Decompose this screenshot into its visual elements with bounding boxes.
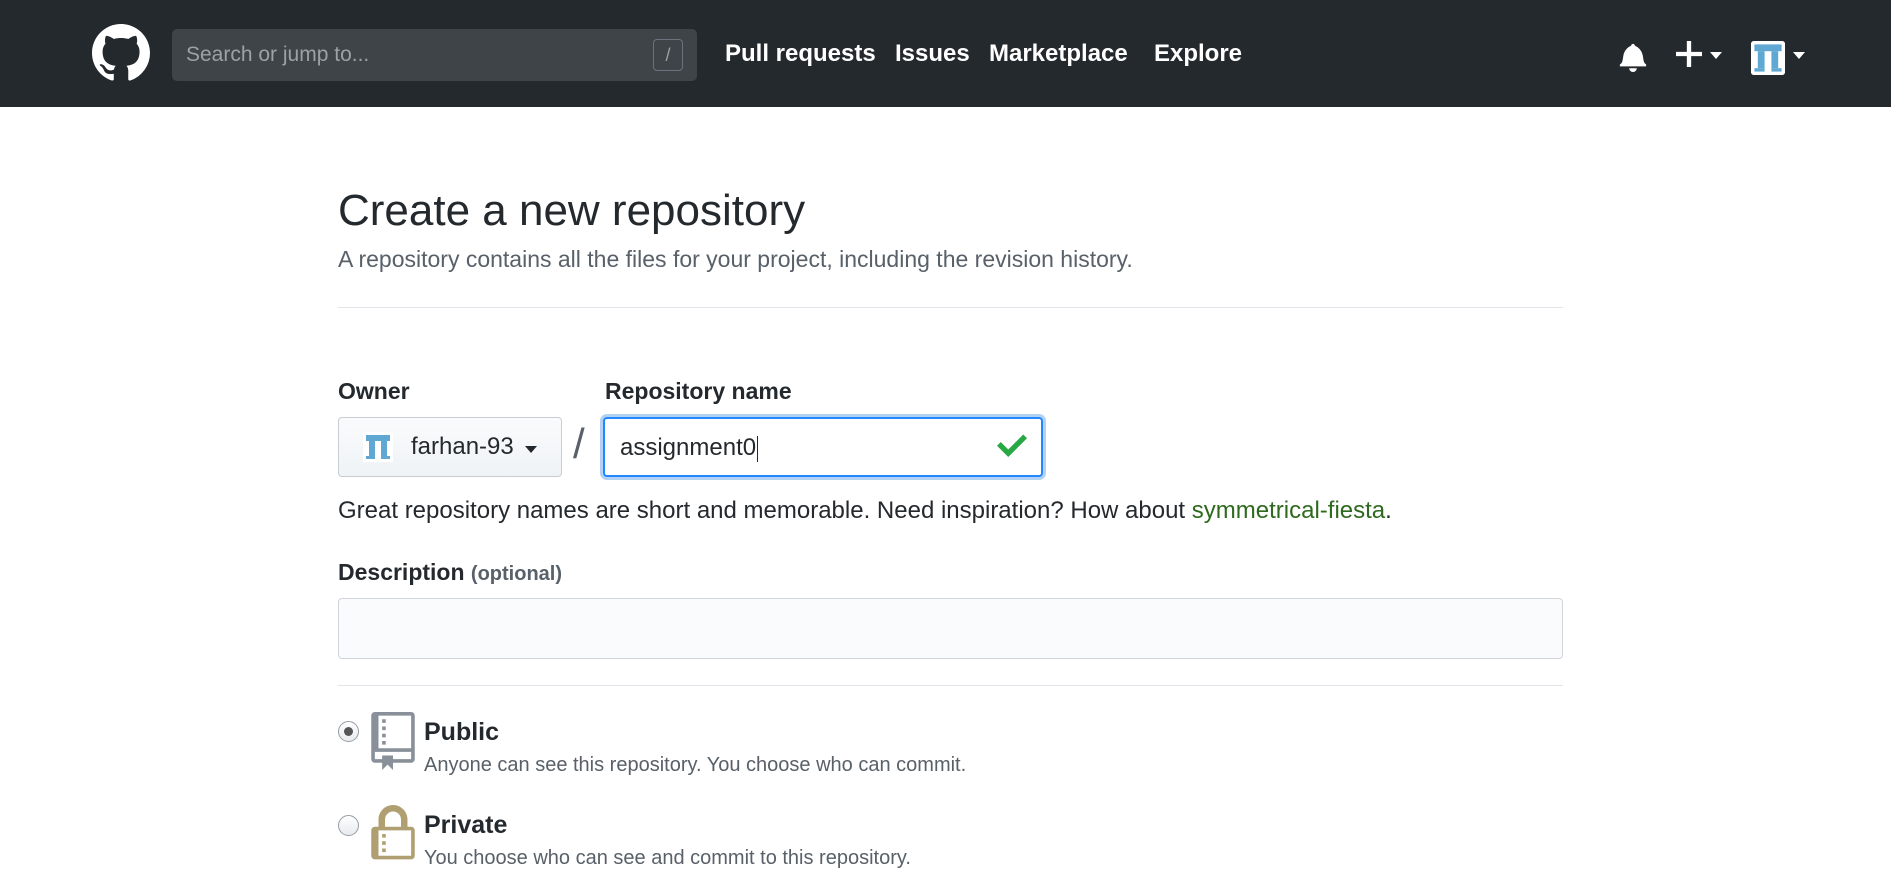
nav-pull-requests[interactable]: Pull requests (725, 40, 876, 68)
private-radio[interactable] (338, 815, 359, 836)
public-option-title: Public (424, 718, 500, 746)
top-header: Search or jump to... / Pull requests Iss… (0, 0, 1891, 107)
plus-icon (1676, 41, 1702, 67)
search-shortcut-key: / (653, 39, 683, 71)
nav-explore[interactable]: Explore (1154, 40, 1242, 68)
owner-name: farhan-93 (411, 433, 514, 460)
nav-marketplace[interactable]: Marketplace (989, 40, 1128, 68)
radio-selected-dot (344, 727, 353, 736)
public-option-description: Anyone can see this repository. You choo… (424, 754, 967, 776)
lock-icon (371, 805, 415, 860)
repository-name-value: assignment0 (620, 434, 757, 461)
chevron-down-icon (1710, 52, 1722, 59)
nav-issues[interactable]: Issues (895, 40, 970, 68)
owner-avatar (363, 432, 393, 462)
repo-book-icon (371, 712, 415, 770)
private-option-description: You choose who can see and commit to thi… (424, 847, 911, 869)
description-label-text: Description (338, 559, 465, 585)
divider (338, 685, 1563, 686)
check-icon (997, 434, 1027, 457)
chevron-down-icon (525, 446, 537, 453)
repository-name-hint: Great repository names are short and mem… (338, 497, 1392, 525)
chevron-down-icon (1793, 52, 1805, 59)
public-radio[interactable] (338, 721, 359, 742)
optional-tag: (optional) (470, 563, 563, 585)
repository-name-label: Repository name (605, 378, 792, 404)
repository-name-input[interactable]: assignment0 (603, 417, 1043, 477)
description-input[interactable] (338, 598, 1563, 659)
text-cursor (757, 435, 759, 462)
bell-icon[interactable] (1619, 42, 1647, 72)
private-option-title: Private (424, 811, 508, 839)
page-subtitle: A repository contains all the files for … (338, 246, 1133, 272)
divider (338, 307, 1563, 308)
page-title: Create a new repository (338, 186, 806, 235)
avatar (1751, 41, 1785, 75)
suggestion-link[interactable]: symmetrical-fiesta (1192, 497, 1385, 524)
owner-label: Owner (338, 378, 410, 404)
search-placeholder: Search or jump to... (186, 43, 370, 66)
owner-repo-separator: / (573, 420, 585, 467)
github-logo-icon[interactable] (92, 24, 150, 82)
search-input[interactable]: Search or jump to... / (172, 29, 697, 81)
hint-end: . (1385, 497, 1392, 524)
description-label: Description (optional) (338, 559, 562, 586)
hint-text: Great repository names are short and mem… (338, 497, 1192, 524)
owner-select-button[interactable]: farhan-93 (338, 417, 562, 477)
